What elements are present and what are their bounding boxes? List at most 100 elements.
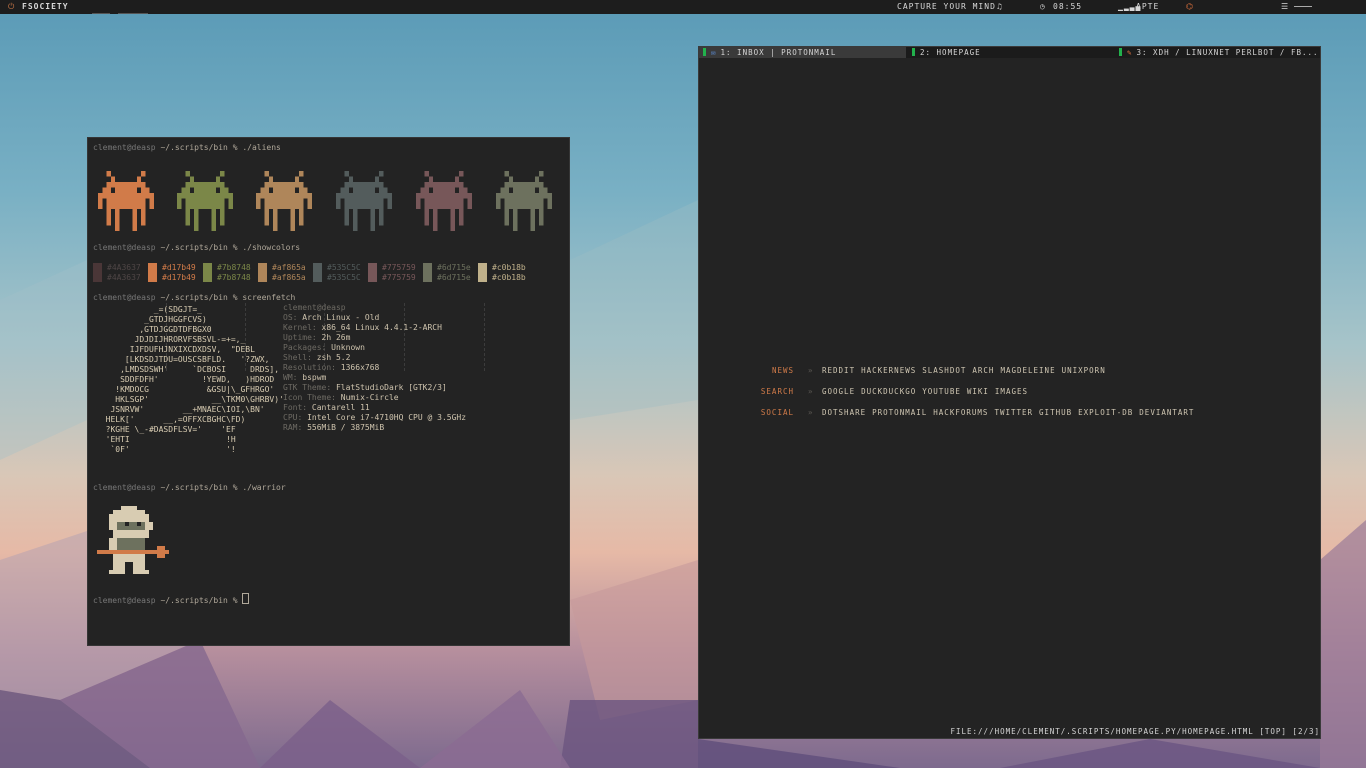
music-title[interactable]: CAPTURE YOUR MIND bbox=[897, 2, 996, 11]
arrow-icon: » bbox=[808, 387, 814, 396]
alien-sprite bbox=[336, 171, 392, 231]
info-line: OS: Arch Linux - Old bbox=[283, 313, 380, 322]
irc-icon: ✎ bbox=[1127, 48, 1133, 57]
system-info: OS: Arch Linux - Old Kernel: x86_64 Linux… bbox=[283, 313, 466, 433]
bar-line bbox=[1294, 6, 1312, 7]
info-header: clement@deasp bbox=[283, 303, 346, 312]
color-hex-label: #7b8748 bbox=[217, 263, 251, 272]
color-hex-label: #4A3637 bbox=[107, 273, 141, 282]
nav-link[interactable]: HACKFORUMS bbox=[933, 408, 988, 417]
prompt-line-active[interactable]: clement@deasp ~/.scripts/bin % bbox=[93, 593, 250, 606]
tab-inbox[interactable]: ✉ 1: INBOX | PROTONMAIL bbox=[699, 47, 906, 58]
prompt-line: clement@deasp ~/.scripts/bin % ./showcol… bbox=[93, 243, 301, 252]
alien-sprite bbox=[256, 171, 312, 231]
color-swatch bbox=[93, 263, 102, 282]
nav-link[interactable]: HACKERNEWS bbox=[861, 366, 916, 375]
color-hex-label: #c0b18b bbox=[492, 273, 526, 282]
status-bar-url: FILE:///HOME/CLEMENT/.SCRIPTS/HOMEPAGE.P… bbox=[950, 727, 1320, 736]
section-label: SEARCH bbox=[760, 387, 794, 396]
network-name: APTE bbox=[1136, 2, 1160, 11]
news-links: REDDIT HACKERNEWS SLASHDOT ARCH MAGDELEINE UN… bbox=[822, 366, 1112, 375]
color-swatch bbox=[258, 263, 267, 282]
color-hex-label: #d17b49 bbox=[162, 263, 196, 272]
info-line: RAM: 556MiB / 3875MiB bbox=[283, 423, 385, 432]
info-line: Packages: Unknown bbox=[283, 343, 365, 352]
color-hex-label: #6d715e bbox=[437, 273, 471, 282]
social-links: DOTSHARE PROTONMAIL HACKFORUMS TWITTER GITHU… bbox=[822, 408, 1200, 417]
music-note-icon: ♫ bbox=[997, 2, 1003, 11]
desktop-label: FSOCIETY bbox=[22, 2, 69, 11]
clock-time: 08:55 bbox=[1053, 2, 1083, 11]
workspace-indicator[interactable] bbox=[118, 13, 148, 14]
color-swatch bbox=[423, 263, 432, 282]
nav-link[interactable]: EXPLOIT-DB bbox=[1078, 408, 1133, 417]
text-cursor bbox=[242, 593, 250, 604]
color-swatch bbox=[368, 263, 377, 282]
search-links: GOOGLE DUCKDUCKGO YOUTUBE WIKI IMAGES bbox=[822, 387, 1034, 396]
color-hex-label: #af865a bbox=[272, 263, 306, 272]
mail-icon: ✉ bbox=[711, 48, 717, 57]
section-label: SOCIAL bbox=[760, 408, 794, 417]
color-hex-label: #c0b18b bbox=[492, 263, 526, 272]
nav-link[interactable]: WIKI bbox=[967, 387, 989, 396]
nav-link[interactable]: DOTSHARE bbox=[822, 408, 866, 417]
nav-link[interactable]: GITHUB bbox=[1039, 408, 1072, 417]
nav-link[interactable]: IMAGES bbox=[995, 387, 1028, 396]
info-line: Shell: zsh 5.2 bbox=[283, 353, 351, 362]
prompt-line: clement@deasp ~/.scripts/bin % ./warrior bbox=[93, 483, 286, 492]
tab-bar: ✉ 1: INBOX | PROTONMAIL 2: HOMEPAGE ✎ 3: X… bbox=[699, 47, 1320, 58]
nav-link[interactable]: DEVIANTART bbox=[1139, 408, 1194, 417]
terminal-window[interactable]: clement@deasp ~/.scripts/bin % ./aliens … bbox=[87, 137, 570, 646]
color-swatch bbox=[203, 263, 212, 282]
info-line: Icon Theme: Numix-Circle bbox=[283, 393, 399, 402]
prompt-line: clement@deasp ~/.scripts/bin % ./aliens bbox=[93, 143, 281, 152]
arch-logo-icon[interactable]: ⌬ bbox=[1186, 2, 1194, 11]
warrior-sprite bbox=[97, 506, 169, 574]
browser-window[interactable]: ✉ 1: INBOX | PROTONMAIL 2: HOMEPAGE ✎ 3: X… bbox=[698, 46, 1321, 739]
color-hex-label: #775759 bbox=[382, 263, 416, 272]
nav-link[interactable]: YOUTUBE bbox=[922, 387, 961, 396]
alien-sprite bbox=[496, 171, 552, 231]
nav-link[interactable]: PROTONMAIL bbox=[872, 408, 927, 417]
prompt-line: clement@deasp ~/.scripts/bin % screenfet… bbox=[93, 293, 296, 302]
nav-link[interactable]: REDDIT bbox=[822, 366, 855, 375]
arrow-icon: » bbox=[808, 366, 814, 375]
color-swatch bbox=[313, 263, 322, 282]
info-line: Kernel: x86_64 Linux 4.4.1-2-ARCH bbox=[283, 323, 442, 332]
color-swatch bbox=[478, 263, 487, 282]
nav-link[interactable]: DUCKDUCKGO bbox=[861, 387, 916, 396]
info-line: GTK Theme: FlatStudioDark [GTK2/3] bbox=[283, 383, 447, 392]
color-hex-label: #6d715e bbox=[437, 263, 471, 272]
info-line: Font: Cantarell 11 bbox=[283, 403, 370, 412]
clock-icon: ◷ bbox=[1040, 2, 1046, 11]
nav-link[interactable]: UNIXPORN bbox=[1062, 366, 1106, 375]
color-hex-label: #7b8748 bbox=[217, 273, 251, 282]
info-line: Resolution: 1366x768 bbox=[283, 363, 380, 372]
alien-sprite bbox=[98, 171, 154, 231]
top-bar: ⏻ FSOCIETY CAPTURE YOUR MIND ♫ ◷ 08:55 ▁… bbox=[0, 0, 1366, 14]
nav-link[interactable]: MAGDELEINE bbox=[1000, 366, 1055, 375]
info-line: Uptime: 2h 26m bbox=[283, 333, 351, 342]
tab-xdh[interactable]: ✎ 3: XDH / LINUXNET PERLBOT / FB... bbox=[1115, 47, 1320, 58]
info-line: CPU: Intel Core i7-4710HQ CPU @ 3.5GHz bbox=[283, 413, 467, 422]
alien-sprite bbox=[416, 171, 472, 231]
color-hex-label: #d17b49 bbox=[162, 273, 196, 282]
alien-sprite bbox=[177, 171, 233, 231]
color-hex-label: #775759 bbox=[382, 273, 416, 282]
color-hex-label: #af865a bbox=[272, 273, 306, 282]
color-hex-label: #535C5C bbox=[327, 273, 361, 282]
color-swatch bbox=[148, 263, 157, 282]
nav-link[interactable]: ARCH bbox=[972, 366, 994, 375]
workspace-indicator[interactable] bbox=[92, 13, 110, 14]
power-icon[interactable]: ⏻ bbox=[8, 2, 15, 12]
arrow-icon: » bbox=[808, 408, 814, 417]
arch-ascii-logo: _=(SDGJT=_ _GTDJHGGFCVS) ,GTDJGGDTDFBGX0… bbox=[105, 305, 284, 454]
nav-link[interactable]: TWITTER bbox=[994, 408, 1033, 417]
color-hex-label: #4A3637 bbox=[107, 263, 141, 272]
section-label: NEWS bbox=[771, 366, 794, 375]
nav-link[interactable]: SLASHDOT bbox=[922, 366, 966, 375]
menu-grid-icon[interactable]: ☰ bbox=[1281, 2, 1289, 11]
info-line: WM: bspwm bbox=[283, 373, 327, 382]
nav-link[interactable]: GOOGLE bbox=[822, 387, 855, 396]
tab-homepage[interactable]: 2: HOMEPAGE bbox=[908, 47, 1113, 58]
